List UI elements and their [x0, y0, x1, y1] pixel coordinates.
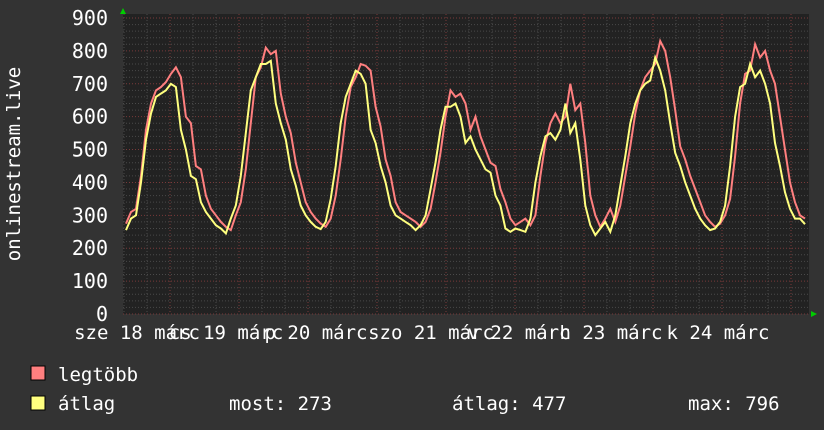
x-tick-label: v 22 márc: [468, 322, 571, 344]
stat-average: átlag: 477: [452, 393, 566, 415]
legend-swatch-max: [30, 365, 46, 381]
plot-area: [123, 14, 809, 314]
y-axis-arrow-icon: [120, 8, 126, 14]
legend-swatch-avg: [30, 395, 46, 411]
y-axis: 0100200300400500600700800900: [72, 6, 108, 326]
x-tick-label: h 23 márc: [560, 322, 663, 344]
y-tick-label: 900: [72, 6, 108, 30]
y-tick-label: 200: [72, 236, 108, 260]
y-tick-label: 100: [72, 269, 108, 293]
chart: 0100200300400500600700800900 sze 18 márc…: [3, 6, 817, 415]
y-tick-label: 400: [72, 170, 108, 194]
y-tick-label: 600: [72, 105, 108, 129]
x-tick-label: p 20 márc: [265, 322, 368, 344]
y-tick-label: 700: [72, 72, 108, 96]
y-tick-label: 800: [72, 39, 108, 63]
stat-maximum: max: 796: [688, 393, 780, 415]
legend-label-max: legtöbb: [58, 364, 138, 386]
y-tick-label: 300: [72, 203, 108, 227]
stat-current: most: 273: [229, 393, 332, 415]
chart-image: 0 100 200 300 400 500 600 700 800 900 sze 18 márc…: [0, 0, 824, 430]
x-axis-arrow-icon: [811, 311, 817, 317]
y-axis-label: onlinestream.live: [3, 67, 25, 261]
y-tick-label: 500: [72, 138, 108, 162]
x-axis: sze 18 márccs 19 márcp 20 márc szo 21 már…: [74, 322, 769, 344]
legend-label-avg: átlag: [58, 393, 115, 415]
x-tick-label: k 24 márc: [667, 322, 770, 344]
